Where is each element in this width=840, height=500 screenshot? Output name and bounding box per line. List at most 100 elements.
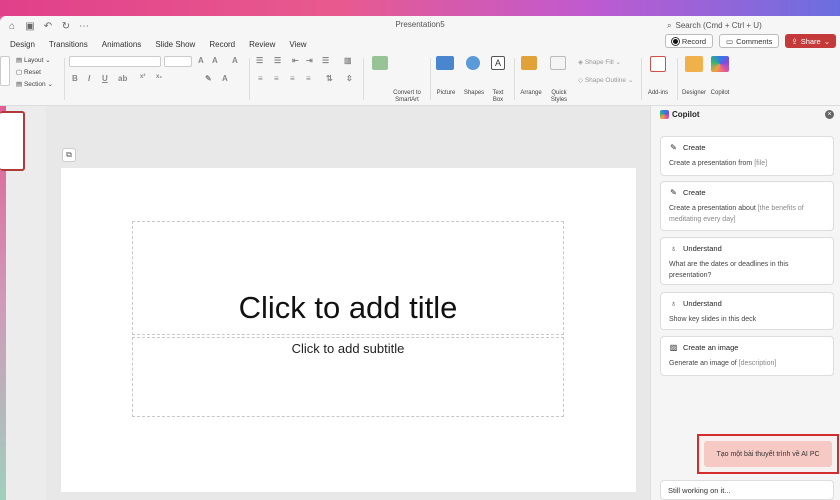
tab-animations[interactable]: Animations	[95, 40, 149, 49]
new-slide-button[interactable]	[0, 56, 10, 86]
tab-review[interactable]: Review	[242, 40, 282, 49]
quick-styles-icon[interactable]	[550, 56, 566, 70]
lightbulb-icon: ♁	[670, 299, 677, 308]
bold-icon[interactable]: B	[72, 74, 78, 83]
bullets-icon[interactable]: ☰	[256, 56, 263, 65]
redo-icon[interactable]: ↻	[60, 21, 72, 32]
italic-icon[interactable]: I	[88, 74, 90, 83]
divider	[64, 58, 65, 100]
copilot-header: Copilot	[660, 110, 700, 119]
highlight-icon[interactable]: ✎	[205, 74, 212, 83]
shape-fill-label: Shape Fill	[584, 59, 614, 66]
font-size-select[interactable]	[164, 56, 192, 67]
align-text-icon[interactable]: ⇳	[346, 74, 353, 83]
home-icon[interactable]: ⌂	[6, 21, 18, 32]
align-left-icon[interactable]: ≡	[258, 74, 263, 83]
reset-button[interactable]: ▢ Reset	[16, 68, 41, 76]
more-icon[interactable]: ⋯	[78, 21, 90, 32]
powerpoint-window: ⌂ ▣ ↶ ↻ ⋯ Presentation5 ⌕ Search (Cmd + …	[0, 16, 840, 500]
indent-icon[interactable]: ⇥	[306, 56, 313, 65]
columns-icon[interactable]: ▥	[344, 56, 352, 65]
picture-icon[interactable]	[436, 56, 454, 70]
picture-label: Picture	[436, 90, 456, 96]
divider	[641, 58, 642, 100]
arrange-icon[interactable]	[521, 56, 537, 70]
undo-icon[interactable]: ↶	[42, 21, 54, 32]
tab-slide-show[interactable]: Slide Show	[148, 40, 202, 49]
designer-badge-icon[interactable]: ⧉	[62, 148, 76, 162]
clear-format-icon[interactable]: A	[232, 56, 238, 65]
designer-icon[interactable]	[685, 56, 703, 72]
card-action: Create	[683, 143, 706, 152]
copilot-icon[interactable]	[711, 56, 729, 72]
text-box-icon[interactable]: A	[491, 56, 505, 70]
justify-icon[interactable]: ≡	[306, 74, 311, 83]
shape-fill-button[interactable]: ◈ Shape Fill ⌄	[578, 58, 621, 66]
pen-icon: ✎	[670, 188, 677, 197]
save-icon[interactable]: ▣	[24, 21, 36, 32]
divider	[430, 58, 431, 100]
superscript-icon[interactable]: x²	[140, 74, 145, 80]
share-button[interactable]: ⇪ Share ⌄	[785, 34, 836, 48]
tab-record[interactable]: Record	[202, 40, 242, 49]
share-icon: ⇪	[791, 36, 798, 46]
desktop-wallpaper	[0, 0, 840, 16]
shapes-icon[interactable]	[466, 56, 480, 70]
divider	[514, 58, 515, 100]
reset-label: Reset	[23, 69, 41, 76]
numbering-icon[interactable]: ☰	[274, 56, 281, 65]
shapes-label: Shapes	[463, 90, 485, 96]
tab-design[interactable]: Design	[0, 40, 42, 49]
chevron-down-icon: ⌄	[823, 36, 830, 46]
card-action: Create an image	[683, 343, 739, 352]
line-spacing-icon[interactable]: ☰	[322, 56, 329, 65]
layout-label: Layout	[23, 57, 44, 64]
subtitle-placeholder-text: Click to add subtitle	[291, 341, 405, 356]
suggestion-card[interactable]: ▨ Create an image Generate an image of [d…	[660, 336, 834, 376]
add-ins-icon[interactable]	[650, 56, 666, 72]
copilot-title: Copilot	[672, 110, 700, 119]
comments-button[interactable]: ▭ Comments	[719, 34, 780, 48]
tab-transitions[interactable]: Transitions	[42, 40, 95, 49]
text-direction-icon[interactable]: ⇅	[326, 74, 333, 83]
align-center-icon[interactable]: ≡	[274, 74, 279, 83]
increase-font-icon[interactable]: A	[198, 56, 204, 65]
card-text: Generate an image of	[669, 360, 739, 367]
smartart-icon[interactable]	[372, 56, 388, 70]
suggestion-card[interactable]: ✎ Create Create a presentation from [file…	[660, 136, 834, 176]
divider	[677, 58, 678, 100]
font-family-select[interactable]	[69, 56, 161, 67]
ribbon: ▤ Layout ⌄ ▢ Reset ▤ Section ⌄ A A A B I…	[0, 52, 840, 106]
arrange-label: Arrange	[520, 90, 542, 96]
strikethrough-icon[interactable]: ab	[118, 74, 127, 83]
decrease-font-icon[interactable]: A	[212, 56, 218, 65]
align-right-icon[interactable]: ≡	[290, 74, 295, 83]
suggestion-card[interactable]: ♁ Understand Show key slides in this deck	[660, 292, 834, 330]
subscript-icon[interactable]: x₂	[156, 74, 162, 80]
suggestion-card[interactable]: ✎ Create Create a presentation about [the…	[660, 181, 834, 231]
tab-view[interactable]: View	[282, 40, 313, 49]
section-button[interactable]: ▤ Section ⌄	[16, 80, 53, 88]
title-placeholder-text: Click to add title	[238, 290, 458, 325]
divider	[363, 58, 364, 100]
subtitle-placeholder[interactable]: Click to add subtitle	[132, 337, 564, 417]
status-message: Still working on it...	[660, 480, 834, 500]
shape-outline-button[interactable]: ◇ Shape Outline ⌄	[578, 76, 633, 84]
designer-label: Designer	[681, 90, 706, 96]
slide-thumbnail[interactable]	[0, 111, 25, 171]
card-placeholder: [description]	[738, 360, 777, 367]
font-color-icon[interactable]: A	[222, 74, 228, 83]
suggestion-card[interactable]: ♁ Understand What are the dates or deadli…	[660, 237, 834, 285]
record-button[interactable]: Record	[664, 34, 714, 48]
record-icon	[671, 37, 679, 45]
layout-button[interactable]: ▤ Layout ⌄	[16, 56, 51, 64]
close-icon[interactable]: ×	[825, 110, 834, 119]
outdent-icon[interactable]: ⇤	[292, 56, 299, 65]
search-field[interactable]: ⌕ Search (Cmd + Ctrl + U)	[667, 18, 837, 33]
title-placeholder[interactable]: Click to add title	[132, 221, 564, 335]
slide-canvas: ⧉ Click to add title Click to add subtit…	[46, 106, 650, 500]
slide-thumbnails-pane	[0, 106, 46, 500]
card-text: What are the dates or deadlines in this …	[669, 261, 789, 279]
underline-icon[interactable]: U	[102, 74, 108, 83]
record-label: Record	[681, 36, 707, 46]
